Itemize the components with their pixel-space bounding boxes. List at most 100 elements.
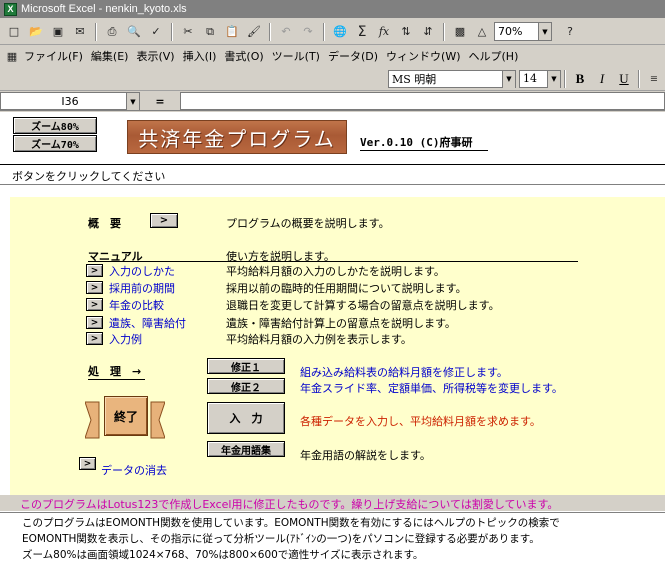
description-line: このプログラムはEOMONTH関数を使用しています。EOMONTH関数を有効にす… [22, 517, 560, 529]
fix1-desc: 組み込み給料表の給料月額を修正します。 [300, 366, 508, 379]
formatting-toolbar: MS 明朝 ▼ 14 ▼ B I U ≡ [0, 67, 665, 91]
input-button[interactable]: 入 力 [207, 402, 285, 434]
menu-data[interactable]: データ(D) [324, 48, 382, 64]
zoom-value: 70% [498, 25, 523, 38]
hyperlink-icon[interactable]: 🌐 [330, 22, 350, 42]
manual-item-button[interactable]: > [86, 298, 103, 311]
cut-icon[interactable]: ✂ [178, 22, 198, 42]
clear-data-button[interactable]: > [79, 457, 96, 470]
manual-item-desc: 採用以前の臨時的任用期間について説明します。 [226, 282, 467, 295]
undo-icon[interactable]: ↶ [276, 22, 296, 42]
fix2-button[interactable]: 修正２ [207, 378, 285, 394]
window-title: Microsoft Excel - nenkin_kyoto.xls [21, 3, 187, 15]
zoom70-button[interactable]: ズーム70% [13, 135, 97, 152]
menu-edit[interactable]: 編集(E) [87, 48, 133, 64]
toolbar-separator [269, 22, 271, 41]
cell-reference: I36 [61, 94, 79, 108]
font-name-select[interactable]: MS 明朝 ▼ [388, 69, 516, 88]
glossary-desc: 年金用語の解説をします。 [300, 449, 431, 462]
menu-view[interactable]: 表示(V) [132, 48, 178, 64]
bold-button[interactable]: B [569, 69, 591, 89]
chart-wizard-icon[interactable]: ▩ [450, 22, 470, 42]
save-icon[interactable]: ▣ [48, 22, 68, 42]
print-preview-icon[interactable]: 🔍 [124, 22, 144, 42]
manual-item-desc: 平均給料月額の入力例を表示します。 [226, 333, 412, 346]
menu-insert[interactable]: 挿入(I) [179, 48, 221, 64]
end-button[interactable]: 終了 [104, 396, 148, 436]
formula-input[interactable] [180, 92, 665, 110]
font-name-value: MS 明朝 [392, 72, 437, 86]
function-icon[interactable]: fx [374, 22, 394, 42]
fix2-desc: 年金スライド率、定額単価、所得税等を変更します。 [300, 382, 563, 395]
toolbar-separator [443, 22, 445, 41]
glossary-button[interactable]: 年金用語集 [207, 441, 285, 457]
excel-app-icon: X [4, 2, 17, 16]
manual-item-desc: 平均給料月額の入力のしかたを説明します。 [226, 265, 445, 278]
description-line: ズーム80%は画面領域1024×768、70%は800×600で適性サイズに表示… [22, 549, 424, 561]
manual-item-label[interactable]: 入力のしかた [109, 263, 175, 279]
formula-equals: = [155, 94, 165, 108]
instruction-text: ボタンをクリックしてください [12, 170, 166, 183]
manual-item-label[interactable]: 採用前の期間 [109, 280, 175, 296]
new-file-icon[interactable]: □ [4, 22, 24, 42]
standard-toolbar: □ 📂 ▣ ✉ ⎙ 🔍 ✓ ✂ ⧉ 📋 🖌 ↶ ↷ 🌐 Σ fx ⇅ ⇵ ▩ △… [0, 19, 665, 45]
spellcheck-icon[interactable]: ✓ [146, 22, 166, 42]
overview-label: 概 要 [88, 217, 121, 230]
menu-format[interactable]: 書式(O) [220, 48, 267, 64]
worksheet: ズーム80% ズーム70% 共済年金プログラム Ver.0.10 (C)府事研 … [0, 112, 665, 567]
manual-item-label[interactable]: 入力例 [109, 331, 142, 347]
mail-icon[interactable]: ✉ [70, 22, 90, 42]
paste-icon[interactable]: 📋 [222, 22, 242, 42]
chevron-down-icon[interactable]: ▼ [538, 23, 551, 40]
name-box[interactable]: I36 ▼ [0, 92, 140, 110]
manual-item-label[interactable]: 年金の比較 [109, 297, 164, 313]
menu-file[interactable]: ファイル(F) [20, 48, 87, 64]
divider-line [0, 164, 665, 165]
menu-tools[interactable]: ツール(T) [268, 48, 324, 64]
redo-icon[interactable]: ↷ [298, 22, 318, 42]
open-folder-icon[interactable]: 📂 [26, 22, 46, 42]
underline-button[interactable]: U [613, 69, 635, 89]
drawing-icon[interactable]: △ [472, 22, 492, 42]
italic-button[interactable]: I [591, 69, 613, 89]
toolbar-separator [95, 22, 97, 41]
menu-help[interactable]: ヘルプ(H) [465, 48, 523, 64]
zoom-select[interactable]: 70% ▼ [494, 22, 552, 41]
toolbar-separator [564, 69, 566, 88]
title-bar: X Microsoft Excel - nenkin_kyoto.xls [0, 0, 665, 18]
workbook-icon[interactable]: ▦ [4, 46, 20, 66]
program-banner: 共済年金プログラム [127, 120, 347, 154]
manual-underline [88, 261, 578, 262]
manual-item-button[interactable]: > [86, 264, 103, 277]
clear-data-label[interactable]: データの消去 [101, 462, 167, 478]
overview-button[interactable]: > [150, 213, 178, 228]
print-icon[interactable]: ⎙ [102, 22, 122, 42]
fix1-button[interactable]: 修正１ [207, 358, 285, 374]
process-label: 処 理 → [88, 363, 146, 380]
menu-window[interactable]: ウィンドウ(W) [382, 48, 464, 64]
align-left-icon[interactable]: ≡ [643, 69, 665, 89]
version-label: Ver.0.10 (C)府事研 [360, 134, 489, 151]
sort-descending-icon[interactable]: ⇵ [418, 22, 438, 42]
divider-line [0, 184, 665, 185]
overview-desc: プログラムの概要を説明します。 [226, 217, 390, 230]
manual-item-button[interactable]: > [86, 316, 103, 329]
menu-bar: ▦ ファイル(F) 編集(E) 表示(V) 挿入(I) 書式(O) ツール(T)… [0, 45, 665, 67]
chevron-down-icon[interactable]: ▼ [126, 93, 139, 110]
toolbar-separator [323, 22, 325, 41]
chevron-down-icon[interactable]: ▼ [502, 70, 515, 88]
copy-icon[interactable]: ⧉ [200, 22, 220, 42]
sort-ascending-icon[interactable]: ⇅ [396, 22, 416, 42]
format-painter-icon[interactable]: 🖌 [244, 22, 264, 42]
font-size-select[interactable]: 14 ▼ [519, 69, 561, 88]
divider-line [0, 512, 665, 513]
description-line: EOMONTH関数を表示し、その指示に従って分析ツール(ｱﾄﾞｲﾝの一つ)をパソ… [22, 533, 540, 545]
autosum-icon[interactable]: Σ [352, 22, 372, 42]
zoom80-button[interactable]: ズーム80% [13, 117, 97, 134]
manual-item-label[interactable]: 遺族、障害給付 [109, 315, 186, 331]
manual-item-button[interactable]: > [86, 281, 103, 294]
help-icon[interactable]: ? [560, 22, 580, 42]
manual-item-button[interactable]: > [86, 332, 103, 345]
chevron-down-icon[interactable]: ▼ [547, 70, 560, 88]
lotus-notice: このプログラムはLotus123で作成しExcel用に修正したものです。繰り上げ… [20, 498, 559, 511]
